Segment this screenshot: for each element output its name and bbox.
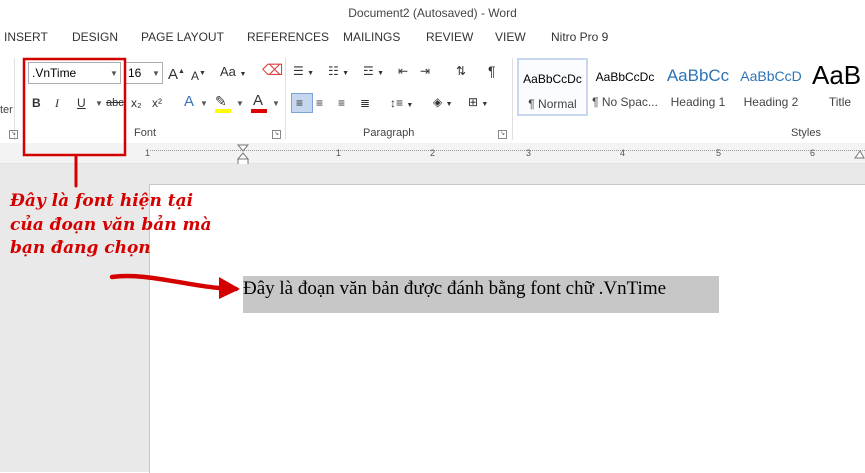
- annotation-line: của đoạn văn bản mà: [10, 214, 212, 235]
- font-name-highlight-box: [22, 57, 127, 157]
- annotation-line: Đây là font hiện tại: [10, 191, 194, 211]
- annotation-text: Đây là font hiện tại của đoạn văn bản mà…: [10, 190, 240, 261]
- annotation-arrow-shaft: [109, 273, 239, 292]
- annotation-line: bạn đang chọn: [10, 238, 151, 258]
- arrow-head-icon: [219, 277, 240, 299]
